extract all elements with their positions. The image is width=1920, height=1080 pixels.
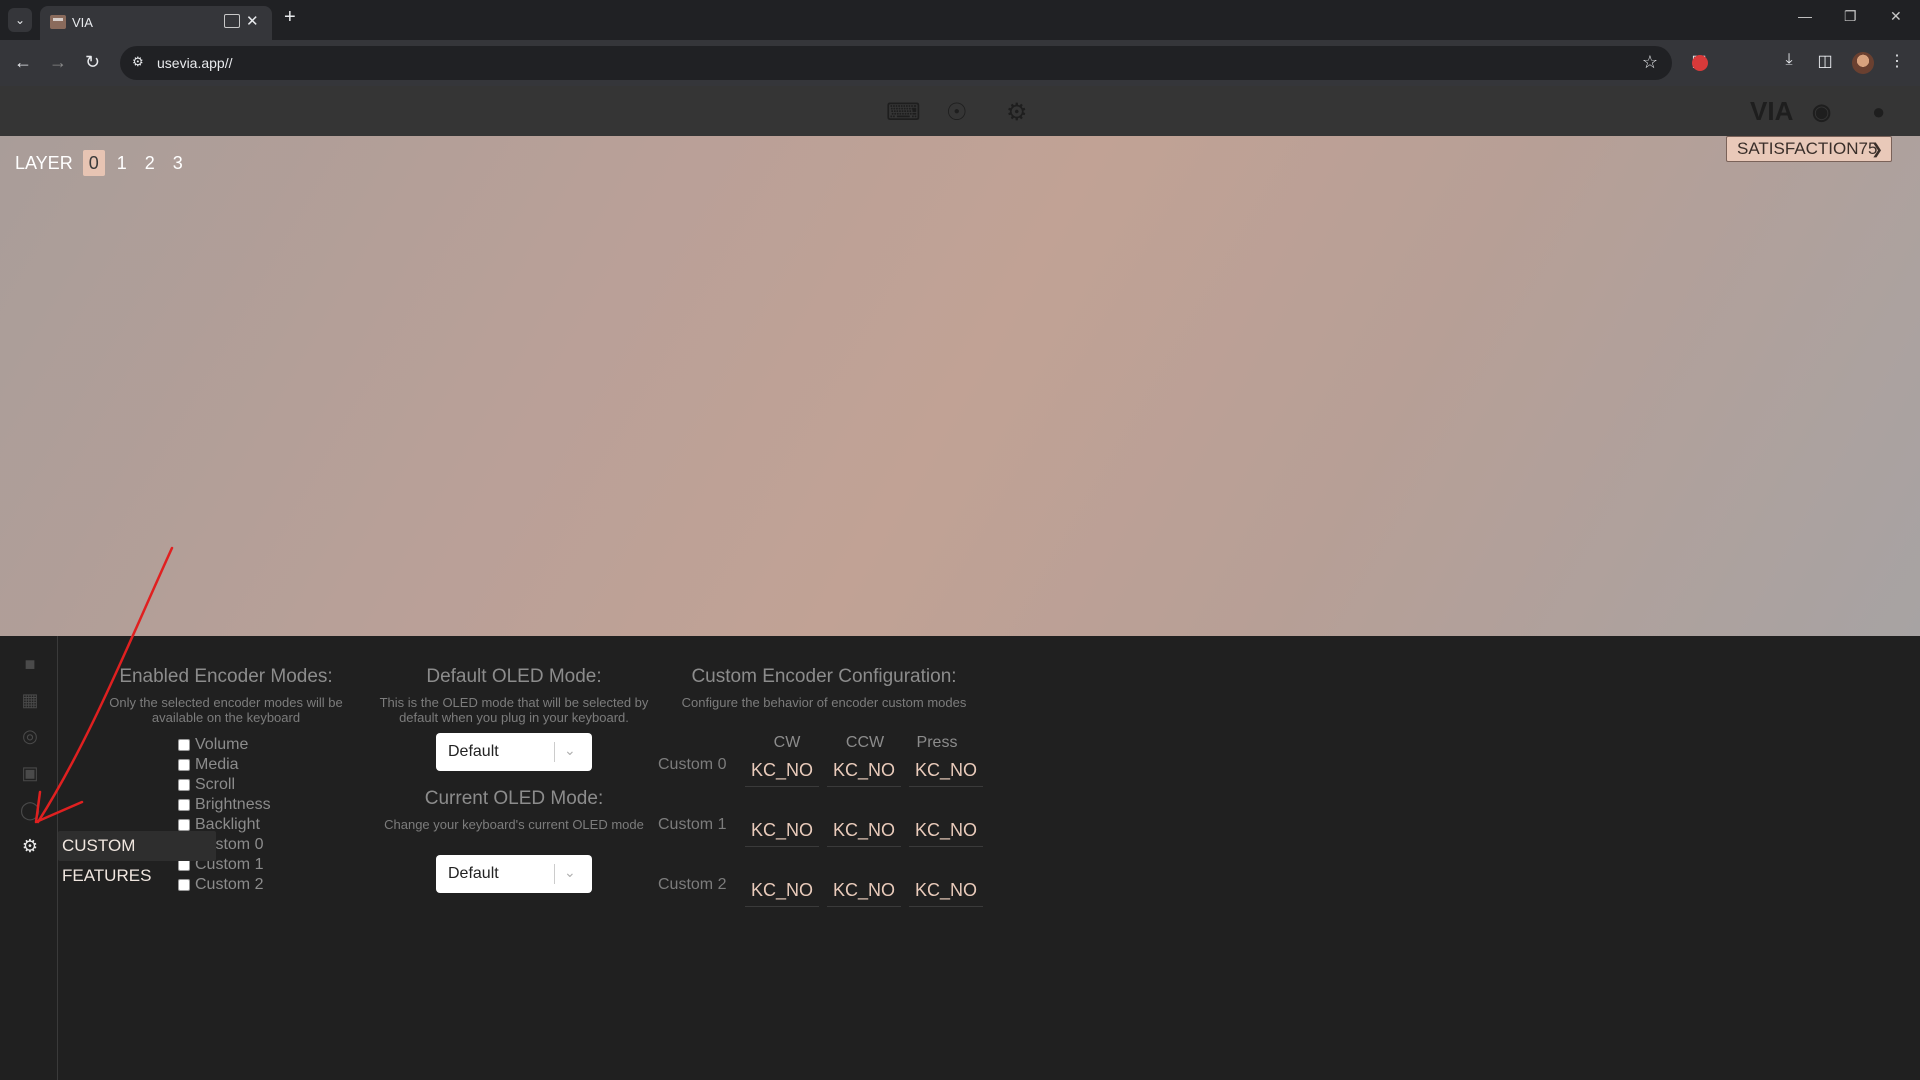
default-oled-title: Default OLED Mode:	[426, 666, 602, 687]
default-oled-select[interactable]: Default ⌄	[436, 733, 592, 771]
url-text[interactable]: usevia.app//	[157, 55, 233, 71]
layer-0-button[interactable]: 0	[82, 150, 105, 176]
encoder-mode-option[interactable]: Custom 2	[178, 875, 271, 895]
browser-tab[interactable]: VIA ✕	[40, 6, 272, 40]
chevron-down-icon: ❯	[1871, 141, 1883, 157]
minimize-icon[interactable]: —	[1798, 8, 1812, 24]
site-settings-icon[interactable]: ⚙	[132, 54, 150, 72]
custom-0-label: Custom 0	[658, 756, 727, 773]
checkbox[interactable]	[178, 779, 190, 791]
tab-title: VIA	[72, 15, 93, 30]
encoder-modes-description: Only the selected encoder modes will be …	[109, 695, 343, 725]
select-divider	[554, 742, 555, 762]
new-tab-icon[interactable]: +	[284, 6, 296, 29]
checkbox[interactable]	[178, 739, 190, 751]
back-icon[interactable]: ←	[14, 52, 32, 73]
custom-features-tooltip: CUSTOM FEATURES	[58, 831, 216, 885]
encoder-modes-title: Enabled Encoder Modes:	[119, 666, 333, 687]
custom-encoder-title: Custom Encoder Configuration:	[691, 666, 957, 687]
tab-search-chevron-icon[interactable]: ⌄	[8, 8, 32, 32]
save-load-icon[interactable]: ▣	[20, 763, 40, 783]
keyboard-preview-area: LAYER 0 1 2 3 SATISFACTION75 ❯	[0, 136, 1920, 636]
red-extension-icon[interactable]	[1692, 55, 1708, 71]
custom-2-press-key[interactable]: KC_NO	[909, 873, 983, 907]
custom-features-gear-icon[interactable]: ⚙	[20, 836, 40, 856]
profile-avatar[interactable]	[1852, 52, 1874, 74]
github-icon[interactable]: ●	[1872, 99, 1885, 125]
custom-1-cw-key[interactable]: KC_NO	[745, 813, 819, 847]
custom-2-label: Custom 2	[658, 876, 727, 893]
custom-0-cw-key[interactable]: KC_NO	[745, 753, 819, 787]
encoder-mode-option[interactable]: Volume	[178, 735, 271, 755]
current-oled-value: Default	[448, 865, 499, 882]
browser-toolbar: ← → ↻ ⚙ usevia.app// ☆ ▦ ⤓ ◫ ⋮	[0, 40, 1920, 86]
reload-icon[interactable]: ↻	[85, 52, 100, 73]
keymap-book-icon[interactable]: ■	[20, 654, 40, 674]
via-logo[interactable]: VIA	[1750, 96, 1793, 127]
layer-selector: LAYER 0 1 2 3	[15, 150, 189, 176]
encoder-mode-option[interactable]: Scroll	[178, 775, 271, 795]
default-oled-value: Default	[448, 743, 499, 760]
encoder-modes-list: Volume Media Scroll Brightness Backlight…	[178, 735, 271, 895]
current-oled-description: Change your keyboard's current OLED mode	[384, 817, 644, 832]
macros-circle-icon[interactable]: ◎	[20, 726, 40, 746]
lighting-bulb-icon[interactable]: ◯	[20, 800, 40, 820]
cw-header: CW	[773, 734, 801, 751]
checkbox[interactable]	[178, 759, 190, 771]
ccw-header: CCW	[845, 734, 885, 751]
default-oled-description: This is the OLED mode that will be selec…	[379, 695, 649, 725]
browser-menu-icon[interactable]: ⋮	[1886, 51, 1908, 73]
chevron-down-icon[interactable]: ⌄	[564, 742, 576, 759]
keyboard-select[interactable]: SATISFACTION75 ❯	[1726, 136, 1892, 162]
keyboard-icon	[224, 14, 240, 28]
settings-gear-icon[interactable]: ⚙	[1006, 98, 1028, 127]
side-panel-icon[interactable]: ◫	[1814, 51, 1836, 73]
checkbox[interactable]	[178, 879, 190, 891]
sidebar: ■ ▦ ◎ ▣ ◯ ⚙	[0, 636, 58, 1080]
layer-2-button[interactable]: 2	[139, 150, 161, 176]
discord-icon[interactable]: ◉	[1812, 99, 1831, 125]
via-favicon-icon	[50, 15, 66, 29]
custom-1-press-key[interactable]: KC_NO	[909, 813, 983, 847]
layouts-grid-icon[interactable]: ▦	[20, 690, 40, 710]
custom-0-press-key[interactable]: KC_NO	[909, 753, 983, 787]
bookmark-star-icon[interactable]: ☆	[1642, 52, 1658, 73]
encoder-mode-option[interactable]: Brightness	[178, 795, 271, 815]
encoder-mode-option[interactable]: Media	[178, 755, 271, 775]
tab-close-icon[interactable]: ✕	[246, 12, 259, 30]
key-tester-icon[interactable]: ☉	[946, 98, 968, 127]
custom-1-ccw-key[interactable]: KC_NO	[827, 813, 901, 847]
checkbox[interactable]	[178, 819, 190, 831]
layer-label: LAYER	[15, 152, 73, 173]
custom-encoder-description: Configure the behavior of encoder custom…	[681, 695, 967, 710]
custom-0-ccw-key[interactable]: KC_NO	[827, 753, 901, 787]
select-divider	[554, 864, 555, 884]
current-oled-select[interactable]: Default ⌄	[436, 855, 592, 893]
current-oled-title: Current OLED Mode:	[424, 788, 604, 809]
custom-2-ccw-key[interactable]: KC_NO	[827, 873, 901, 907]
custom-1-label: Custom 1	[658, 816, 727, 833]
layer-1-button[interactable]: 1	[111, 150, 133, 176]
chevron-down-icon[interactable]: ⌄	[564, 864, 576, 881]
forward-icon[interactable]: →	[49, 52, 67, 73]
window-close-icon[interactable]: ✕	[1890, 8, 1902, 25]
custom-2-cw-key[interactable]: KC_NO	[745, 873, 819, 907]
checkbox[interactable]	[178, 799, 190, 811]
app-header: ⌨ ☉ ⚙ VIA ◉ ●	[0, 86, 1920, 136]
download-icon[interactable]: ⤓	[1778, 51, 1800, 73]
press-header: Press	[916, 734, 958, 751]
address-bar[interactable]: ⚙ usevia.app// ☆	[120, 46, 1672, 80]
layer-3-button[interactable]: 3	[167, 150, 189, 176]
keyboard-select-value: SATISFACTION75	[1737, 139, 1878, 158]
browser-tab-bar: ⌄ VIA ✕ + — ❐ ✕	[0, 0, 1920, 40]
restore-icon[interactable]: ❐	[1844, 8, 1857, 25]
configure-keyboard-icon[interactable]: ⌨	[886, 98, 921, 127]
